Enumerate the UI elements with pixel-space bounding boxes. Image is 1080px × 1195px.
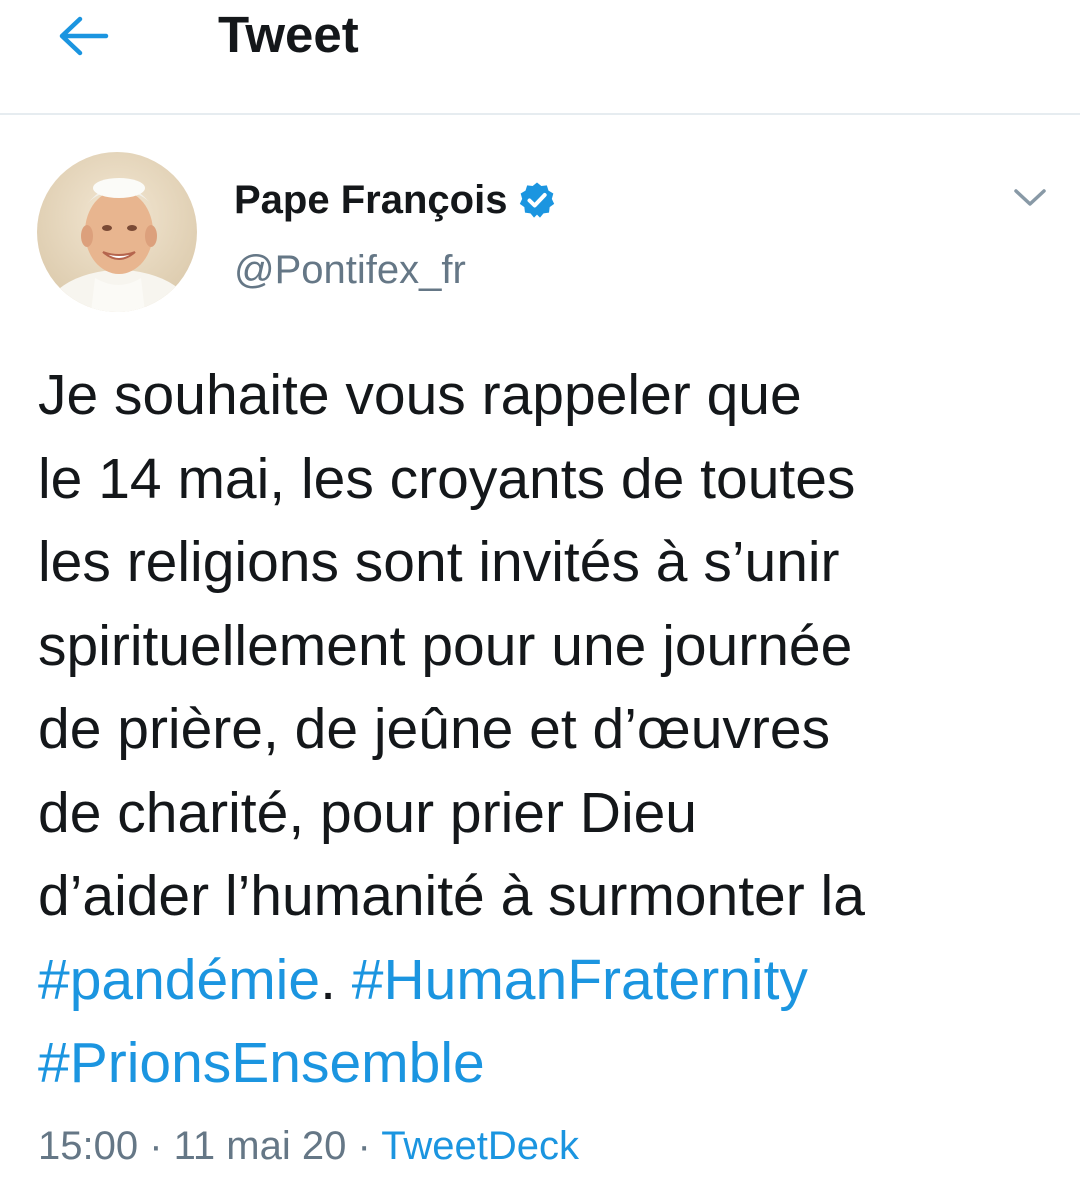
tweet-line-hashtags: #PrionsEnsemble xyxy=(38,1022,1058,1106)
tweet-menu-button[interactable] xyxy=(1004,176,1056,220)
hashtag-pandemie-link[interactable]: #pandémie xyxy=(38,948,320,1012)
author-name[interactable]: Pape François xyxy=(234,170,507,230)
author-handle[interactable]: @Pontifex_fr xyxy=(234,242,466,298)
arrow-left-icon xyxy=(59,16,109,56)
avatar-photo xyxy=(37,152,197,312)
tweet-line: Je souhaite vous rappeler que xyxy=(38,363,802,427)
page-title: Tweet xyxy=(218,6,359,63)
tweet-line: de charité, pour prier Dieu xyxy=(38,780,698,845)
author-name-row: Pape François xyxy=(234,170,557,230)
tweet-meta: 15:00 · 11 mai 20 · TweetDeck xyxy=(38,1118,579,1174)
tweet-line: d’aider l’humanité à surmonter la xyxy=(38,864,865,928)
tweet-line: spirituellement pour une journée xyxy=(38,613,853,678)
hashtag-prionsensemble-link[interactable]: #PrionsEnsemble xyxy=(38,1031,485,1095)
back-button[interactable] xyxy=(52,10,116,62)
meta-separator: · xyxy=(346,1124,382,1168)
chevron-down-icon xyxy=(1014,189,1046,206)
tweet-line: de prière, de jeûne et d’œuvres xyxy=(38,697,831,761)
period-text: . xyxy=(320,947,336,1012)
tweet-text: Je souhaite vous rappeler que le 14 mai,… xyxy=(38,354,1058,1106)
tweet-time: 15:00 xyxy=(38,1124,139,1168)
tweet-date: 11 mai 20 xyxy=(173,1124,347,1168)
hashtag-humanfraternity-link[interactable]: #HumanFraternity xyxy=(352,948,808,1012)
tweet-line-hashtags: #pandémie. #HumanFraternity xyxy=(38,939,1058,1023)
tweet-line: le 14 mai, les croyants de toutes xyxy=(38,446,856,511)
tweet-source-link[interactable]: TweetDeck xyxy=(381,1124,579,1168)
avatar[interactable] xyxy=(37,152,197,312)
verified-badge-icon xyxy=(517,180,557,220)
meta-separator: · xyxy=(138,1124,174,1168)
top-bar: Tweet xyxy=(0,0,1080,115)
tweet-line: les religions sont invités à s’unir xyxy=(38,530,840,594)
